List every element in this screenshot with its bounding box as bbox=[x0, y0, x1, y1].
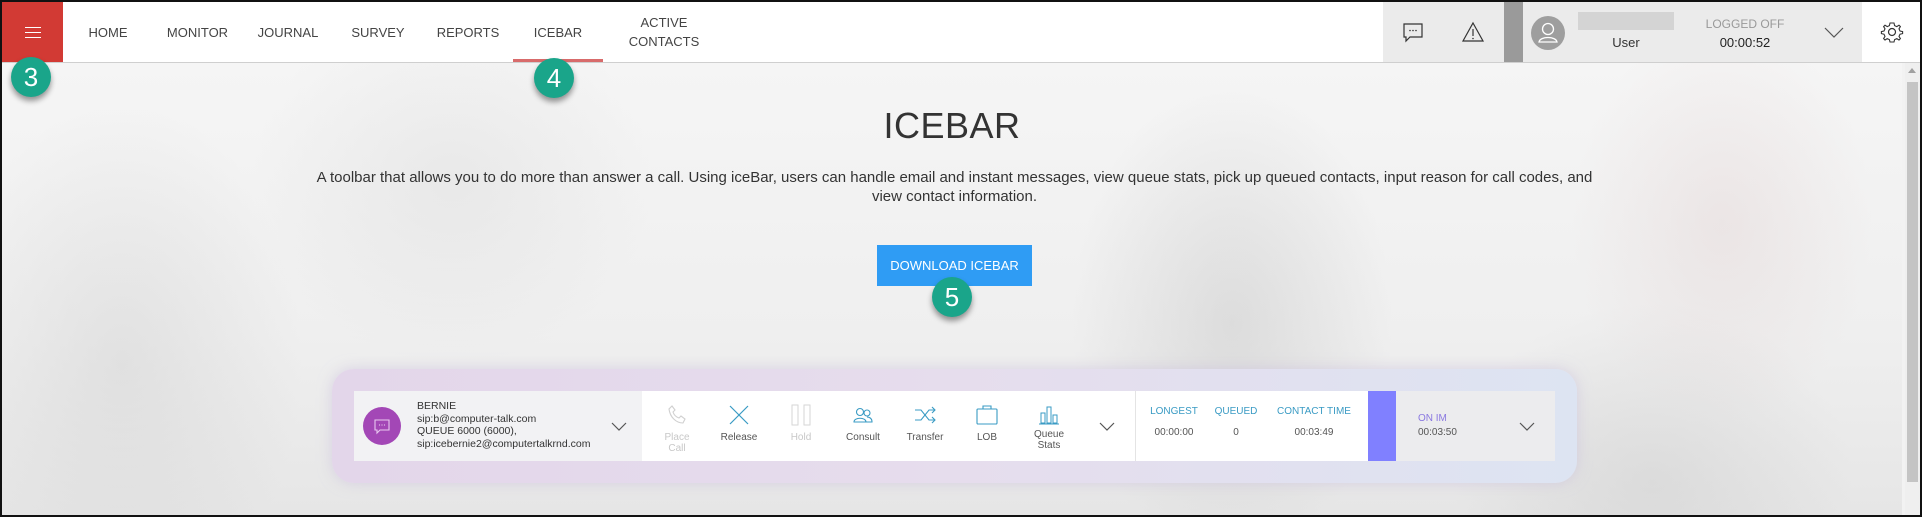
nav-active-contacts[interactable]: ACTIVE CONTACTS bbox=[622, 2, 706, 62]
scroll-up-arrow-icon[interactable] bbox=[1908, 68, 1916, 73]
stat-contact-time-value: 00:03:49 bbox=[1294, 427, 1334, 438]
user-avatar-icon[interactable] bbox=[1531, 16, 1565, 50]
hamburger-icon bbox=[24, 26, 41, 38]
lob-label: LOB bbox=[976, 432, 997, 443]
gear-icon[interactable] bbox=[1878, 18, 1906, 46]
nav-monitor[interactable]: MONITOR bbox=[160, 2, 235, 62]
user-status-area bbox=[1523, 2, 1862, 62]
queue-stats-button[interactable]: Queue Stats bbox=[1019, 391, 1079, 461]
queue-stats-line2: Stats bbox=[1037, 440, 1061, 451]
agent-status-label: LOGGED OFF bbox=[1705, 17, 1785, 31]
consult-label: Consult bbox=[846, 432, 880, 443]
contact-queue: QUEUE 6000 (6000), bbox=[417, 425, 517, 437]
contact-info: BERNIE sip:b@computer-talk.com QUEUE 600… bbox=[417, 400, 591, 450]
hold-label: Hold bbox=[790, 432, 812, 443]
page-title: ICEBAR bbox=[883, 105, 1021, 146]
status-stripe bbox=[1504, 2, 1523, 62]
stat-contact-time: CONTACT TIME 00:03:49 bbox=[1270, 406, 1358, 438]
im-chat-icon bbox=[363, 407, 401, 445]
contact-queue-sip: sip:icebernie2@computertalkrnd.com bbox=[417, 437, 591, 450]
stat-queued: QUEUED 0 bbox=[1212, 406, 1260, 438]
stat-queued-label: QUEUED bbox=[1214, 406, 1258, 417]
users-icon bbox=[853, 407, 873, 423]
status-color-stripe bbox=[1368, 391, 1396, 461]
chat-icon[interactable] bbox=[1399, 18, 1427, 46]
transfer-button[interactable]: Transfer bbox=[895, 391, 955, 461]
lob-button[interactable]: LOB bbox=[957, 391, 1017, 461]
queue-stats-line1: Queue bbox=[1033, 429, 1065, 440]
page-description: A toolbar that allows you to do more tha… bbox=[316, 169, 1593, 205]
nav-survey[interactable]: SURVEY bbox=[344, 2, 412, 62]
agent-status-time: 00:00:52 bbox=[1719, 35, 1771, 50]
annotation-badge-4: 4 bbox=[534, 58, 574, 98]
hold-button[interactable]: Hold bbox=[771, 391, 831, 461]
contact-expand-chevron-icon[interactable] bbox=[610, 417, 628, 435]
stat-longest: LONGEST 00:00:00 bbox=[1146, 406, 1202, 438]
agent-status-panel: ON IM 00:03:50 bbox=[1396, 391, 1555, 461]
place-call-button[interactable]: Place Call bbox=[647, 391, 707, 461]
stat-contact-time-label: CONTACT TIME bbox=[1277, 406, 1351, 417]
nav-active-contacts-line2: CONTACTS bbox=[628, 34, 700, 49]
main-menu-button[interactable] bbox=[2, 2, 63, 62]
release-button[interactable]: Release bbox=[709, 391, 769, 461]
nav-icebar[interactable]: ICEBAR bbox=[513, 2, 603, 62]
on-im-label: ON IM bbox=[1418, 413, 1447, 424]
status-dropdown-chevron-icon[interactable] bbox=[1820, 18, 1848, 46]
on-im-time: 00:03:50 bbox=[1418, 427, 1457, 438]
top-navbar: HOME MONITOR JOURNAL SURVEY REPORTS ICEB… bbox=[2, 2, 1920, 63]
user-label: User bbox=[1612, 35, 1640, 50]
nav-home[interactable]: HOME bbox=[78, 2, 138, 62]
nav-reports[interactable]: REPORTS bbox=[432, 2, 504, 62]
nav-active-contacts-line1: ACTIVE bbox=[640, 15, 688, 30]
user-name-redacted bbox=[1578, 12, 1674, 30]
annotation-badge-5: 5 bbox=[932, 277, 972, 317]
consult-button[interactable]: Consult bbox=[833, 391, 893, 461]
pause-icon bbox=[791, 404, 811, 426]
phone-icon bbox=[668, 405, 686, 424]
scroll-thumb[interactable] bbox=[1907, 82, 1918, 482]
stat-longest-label: LONGEST bbox=[1150, 406, 1198, 417]
queue-stats-panel: LONGEST 00:00:00 QUEUED 0 CONTACT TIME 0… bbox=[1135, 391, 1368, 461]
transfer-label: Transfer bbox=[906, 432, 944, 443]
bar-chart-icon bbox=[1039, 406, 1059, 425]
icebar-preview: BERNIE sip:b@computer-talk.com QUEUE 600… bbox=[354, 391, 1555, 461]
actions-expand-chevron-icon[interactable] bbox=[1098, 417, 1116, 435]
release-label: Release bbox=[720, 432, 758, 443]
place-call-line1: Place bbox=[664, 432, 690, 443]
status-expand-chevron-icon[interactable] bbox=[1518, 417, 1536, 435]
contact-panel: BERNIE sip:b@computer-talk.com QUEUE 600… bbox=[354, 391, 642, 461]
warning-icon[interactable] bbox=[1459, 18, 1487, 46]
stat-longest-value: 00:00:00 bbox=[1154, 427, 1194, 438]
place-call-line2: Call bbox=[668, 443, 686, 454]
contact-sip: sip:b@computer-talk.com bbox=[417, 412, 537, 425]
stat-queued-value: 0 bbox=[1233, 427, 1239, 438]
contact-name: BERNIE bbox=[417, 400, 457, 412]
briefcase-icon bbox=[976, 405, 998, 425]
vertical-scrollbar[interactable] bbox=[1905, 63, 1920, 515]
annotation-badge-3: 3 bbox=[11, 57, 51, 97]
transfer-icon bbox=[915, 406, 936, 424]
close-icon bbox=[729, 405, 749, 425]
nav-journal[interactable]: JOURNAL bbox=[252, 2, 324, 62]
